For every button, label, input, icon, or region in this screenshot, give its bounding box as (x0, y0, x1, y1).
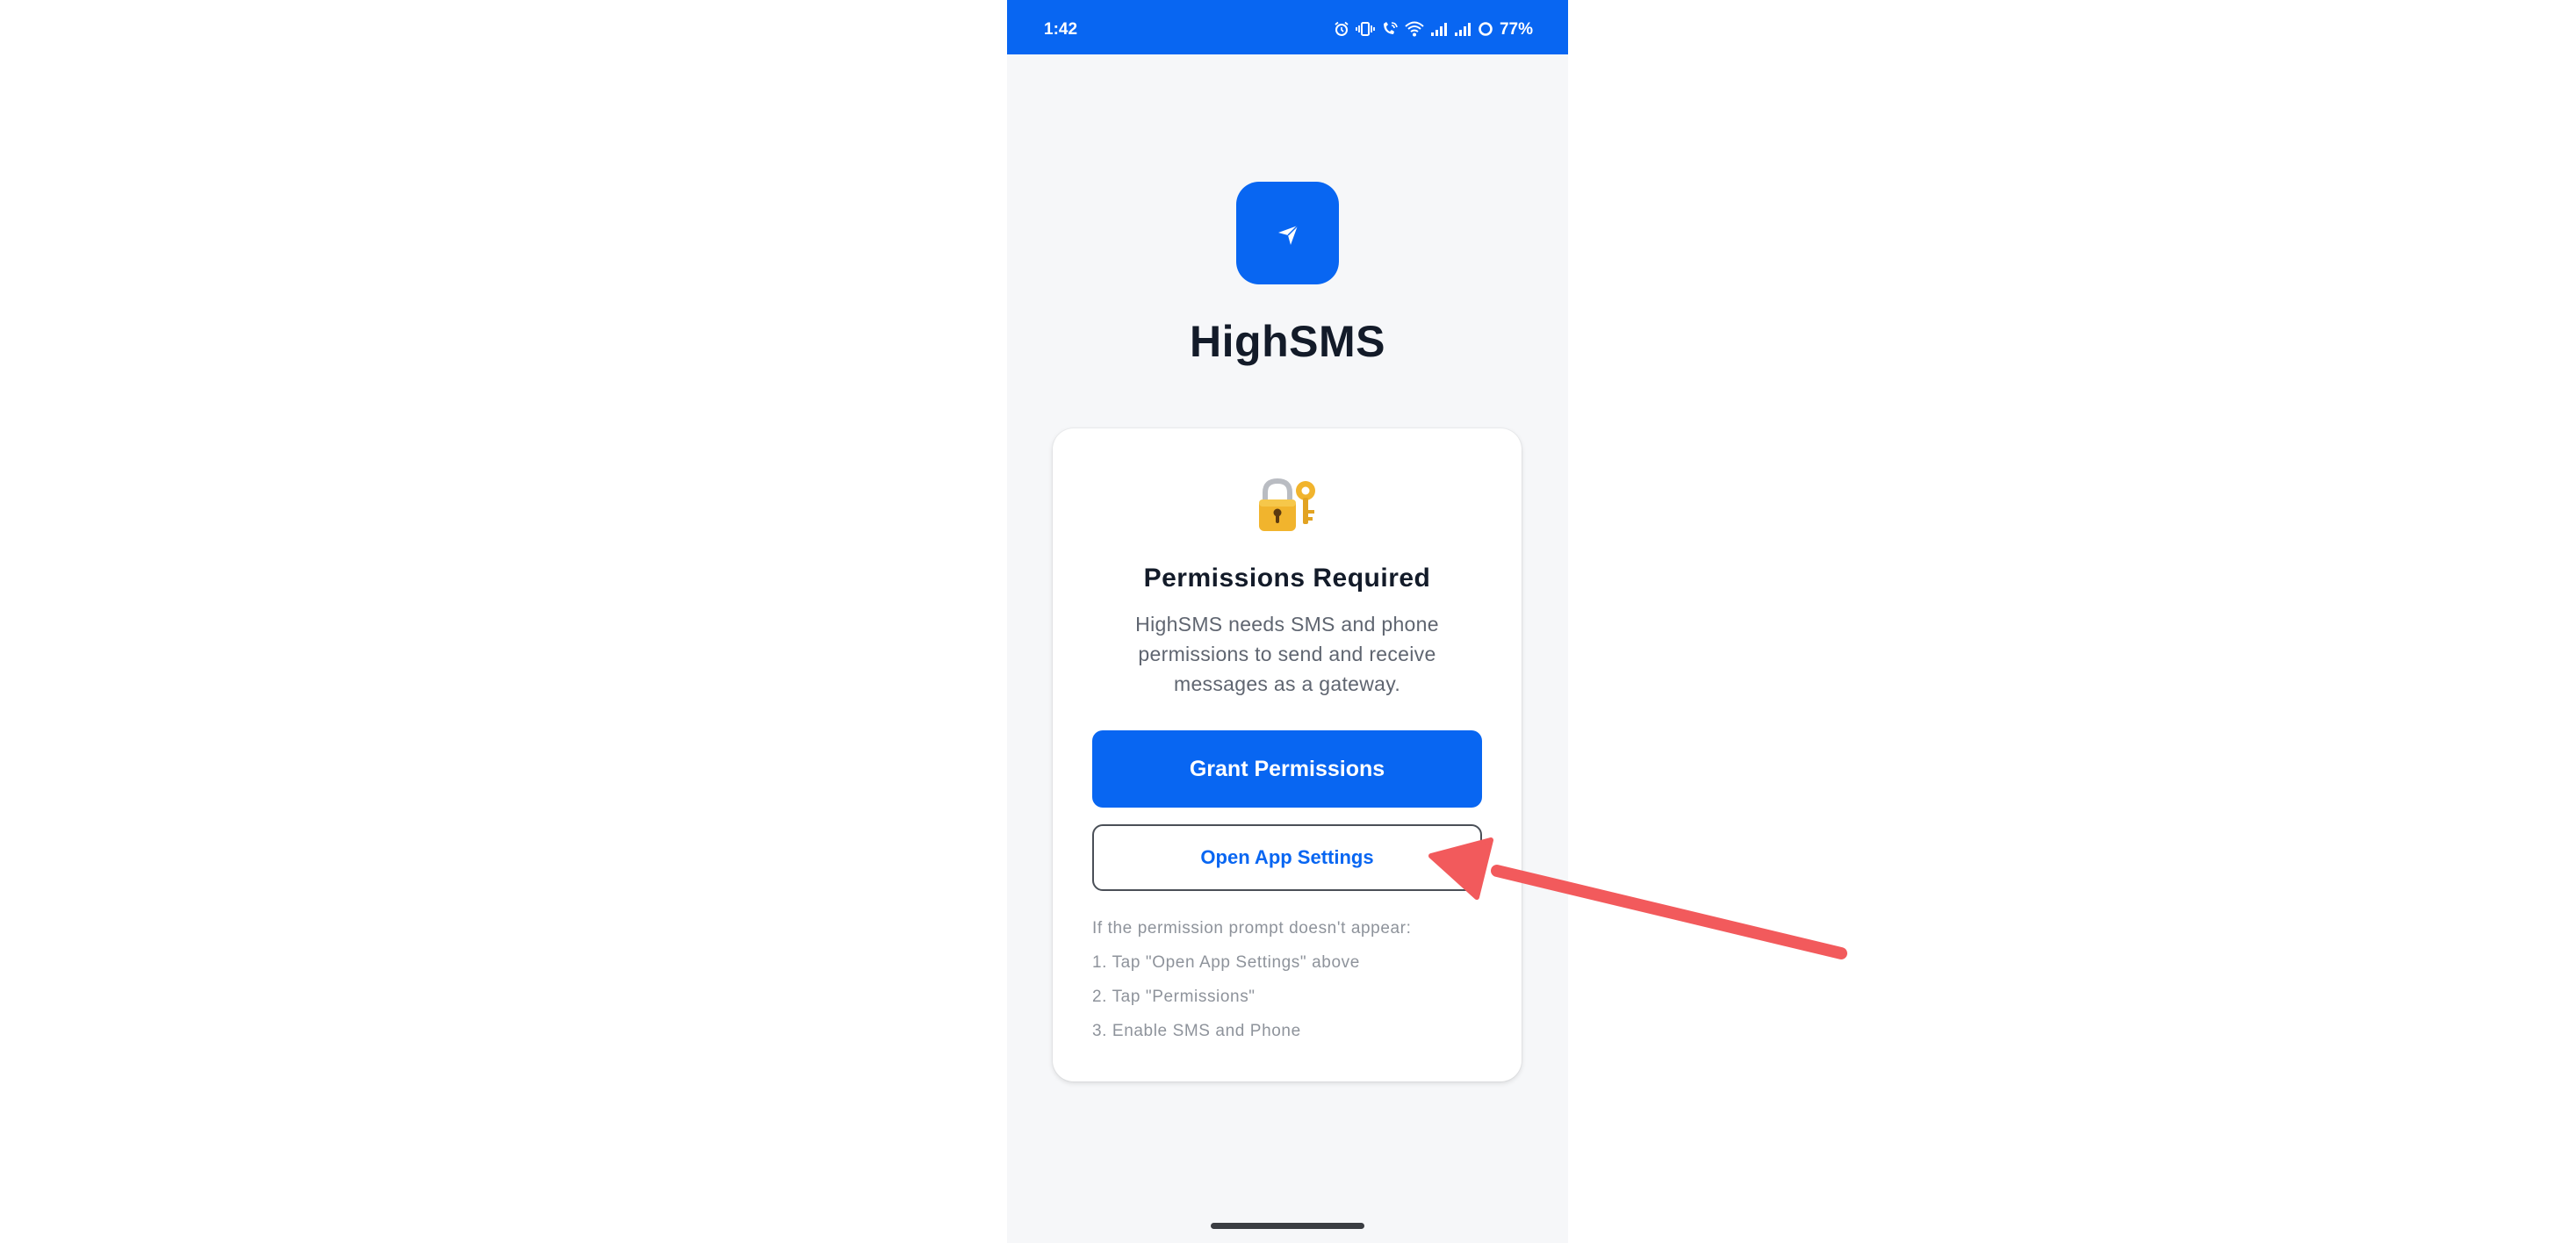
permissions-card: Permissions Required HighSMS needs SMS a… (1053, 428, 1522, 1081)
card-title: Permissions Required (1143, 564, 1431, 593)
alarm-icon (1335, 21, 1349, 36)
status-time: 1:42 (1044, 20, 1078, 39)
wifi-icon (1405, 21, 1424, 37)
battery-ring-icon (1479, 22, 1493, 36)
open-app-settings-button[interactable]: Open App Settings (1092, 824, 1482, 891)
phone-screen: 1:42 77% HighSMS Permissions Required Hi… (1007, 0, 1568, 1243)
signal-icon (1454, 23, 1471, 36)
paper-plane-icon (1277, 224, 1299, 245)
status-bar: 1:42 77% (1007, 0, 1568, 54)
card-description: HighSMS needs SMS and phone permissions … (1135, 613, 1439, 695)
status-icons: 77% (1334, 19, 1533, 39)
wifi-calling-icon (1383, 22, 1398, 34)
signal-icon (1430, 23, 1447, 36)
help-step: 2. Tap "Permissions" (1092, 988, 1256, 1006)
help-step: 3. Enable SMS and Phone (1092, 1022, 1301, 1040)
battery-percent: 77% (1499, 19, 1533, 39)
help-step: 1. Tap "Open App Settings" above (1092, 953, 1360, 972)
grant-permissions-button[interactable]: Grant Permissions (1092, 730, 1482, 808)
app-logo (1236, 182, 1339, 284)
app-title: HighSMS (1190, 317, 1385, 366)
lock-with-key-icon (1259, 478, 1315, 531)
home-indicator[interactable] (1211, 1223, 1364, 1229)
vibrate-icon (1356, 22, 1375, 36)
help-intro: If the permission prompt doesn't appear: (1092, 919, 1412, 938)
